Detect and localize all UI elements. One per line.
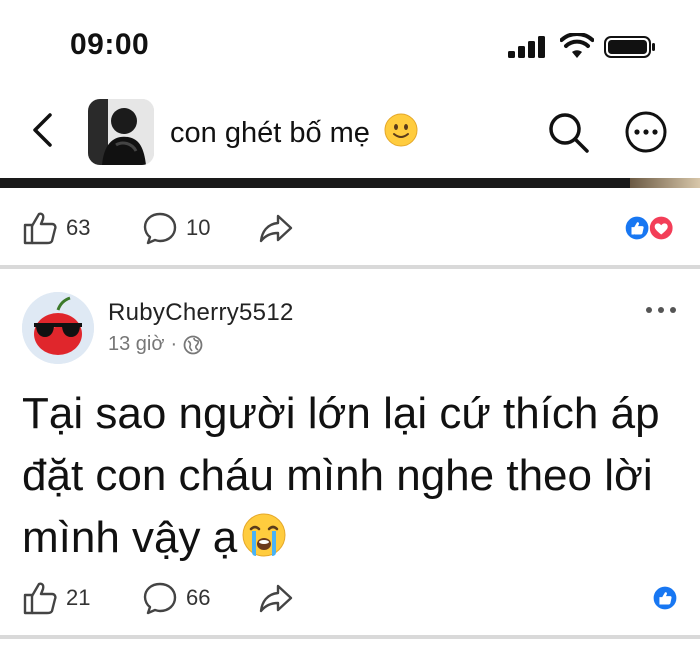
- like-button[interactable]: 63: [22, 198, 90, 258]
- post-time: 13 giờ: [108, 333, 165, 355]
- post-text: Tại sao người lớn lại cứ thích áp đặt co…: [22, 389, 660, 562]
- post-divider: [0, 265, 700, 269]
- like-count: 21: [66, 585, 91, 610]
- group-header: con ghét bố mẹ: [0, 96, 700, 170]
- crying-face-emoji: [242, 513, 286, 557]
- status-time: 09:00: [70, 28, 150, 61]
- author-avatar[interactable]: [22, 292, 94, 364]
- cherry-sunglasses-avatar: [22, 292, 94, 364]
- author-name[interactable]: RubyCherry5512: [108, 299, 294, 327]
- cellular-signal-icon: [508, 36, 545, 58]
- wifi-icon: [560, 33, 594, 58]
- battery-icon: [604, 36, 655, 58]
- thumbs-up-icon: [23, 212, 57, 245]
- thumbs-up-icon: [23, 582, 57, 615]
- search-icon[interactable]: [546, 110, 590, 154]
- love-reaction-icon: [648, 215, 674, 241]
- share-icon: [259, 584, 293, 613]
- meta-separator: ·: [170, 333, 178, 355]
- post-divider: [0, 635, 700, 639]
- like-reaction-icon: [652, 585, 678, 611]
- comment-count: 66: [186, 585, 211, 610]
- group-avatar-image: [88, 99, 154, 165]
- comment-icon: [143, 582, 177, 615]
- comment-icon: [143, 212, 177, 245]
- share-button[interactable]: [258, 568, 294, 628]
- post-actions: 21 66: [0, 568, 700, 628]
- like-count: 63: [66, 215, 91, 240]
- chevron-left-icon[interactable]: [30, 112, 54, 148]
- group-avatar[interactable]: [88, 99, 154, 165]
- slightly-smiling-face-emoji: [384, 113, 418, 147]
- group-name[interactable]: con ghét bố mẹ: [170, 113, 418, 150]
- previous-post-actions: 63 10: [0, 198, 700, 258]
- post-options-icon[interactable]: [644, 300, 678, 320]
- post-meta: 13 giờ ·: [108, 333, 203, 356]
- reaction-summary[interactable]: [622, 215, 680, 241]
- comment-count: 10: [186, 215, 211, 240]
- post-body: Tại sao người lớn lại cứ thích áp đặt co…: [22, 383, 682, 569]
- status-bar: 09:00: [0, 0, 700, 90]
- like-button[interactable]: 21: [22, 568, 90, 628]
- reaction-summary[interactable]: [650, 585, 680, 611]
- previous-post-media[interactable]: [0, 178, 700, 188]
- share-button[interactable]: [258, 198, 294, 258]
- group-name-text: con ghét bố mẹ: [170, 117, 370, 149]
- share-icon: [259, 214, 293, 243]
- globe-icon: [183, 335, 203, 354]
- comment-button[interactable]: 66: [142, 568, 210, 628]
- more-horizontal-icon[interactable]: [624, 110, 668, 154]
- comment-button[interactable]: 10: [142, 198, 210, 258]
- like-reaction-icon: [624, 215, 650, 241]
